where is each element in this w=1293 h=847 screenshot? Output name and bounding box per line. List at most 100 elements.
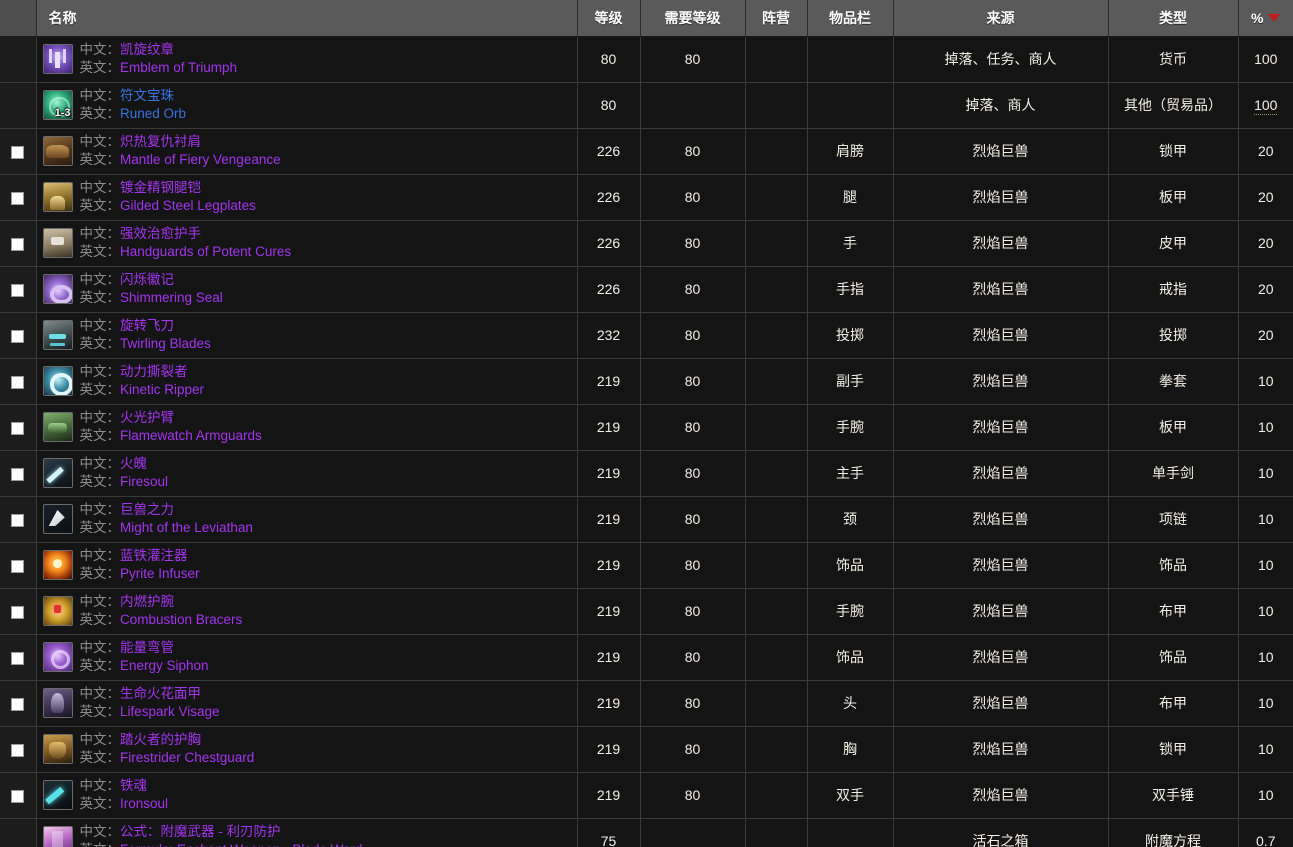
item-name-cell[interactable]: 中文：能量弯管 英文：Energy Siphon [36, 634, 578, 681]
might-of-the-leviathan-icon[interactable] [42, 504, 73, 534]
row-select-cell[interactable] [0, 266, 37, 313]
row-select-cell[interactable] [0, 36, 37, 83]
row-checkbox[interactable] [11, 467, 25, 481]
table-row[interactable]: 中文：公式：附魔武器 - 利刃防护英文：Formula: Enchant Wea… [0, 818, 1293, 847]
row-select-cell[interactable] [0, 358, 37, 405]
row-checkbox[interactable] [11, 375, 25, 389]
item-name-cn[interactable]: 能量弯管 [120, 640, 174, 655]
row-select-cell[interactable] [0, 634, 37, 681]
table-row[interactable]: 中文：旋转飞刀 英文：Twirling Blades 232 80 投掷 烈焰巨兽 投掷 20 [0, 312, 1293, 359]
row-select-cell[interactable] [0, 220, 37, 267]
header-required-level[interactable]: 需要等级 [640, 0, 746, 37]
table-row[interactable]: 中文：强效治愈护手 英文：Handguards of Potent Cures 22… [0, 220, 1293, 267]
row-checkbox[interactable] [11, 145, 25, 159]
table-row[interactable]: 中文：蓝铁灌注器 英文：Pyrite Infuser 219 80 饰品 烈焰巨兽 饰品 10 [0, 542, 1293, 589]
runed-orb-icon[interactable]: 1-3 [42, 90, 73, 120]
table-row[interactable]: 中文：铁魂 英文：Ironsoul 219 80 双手 烈焰巨兽 双手锤 10 [0, 772, 1293, 819]
table-row[interactable]: 中文：生命火花面甲 英文：Lifespark Visage 219 80 头烈焰巨兽 布甲… [0, 680, 1293, 727]
row-select-cell[interactable] [0, 174, 37, 221]
item-name-cn[interactable]: 踏火者的护胸 [120, 732, 201, 747]
row-select-cell[interactable] [0, 312, 37, 359]
item-name-en[interactable]: Shimmering Seal [120, 290, 223, 305]
row-select-cell[interactable] [0, 404, 37, 451]
formula-enchant-weapon-blade-ward-icon[interactable] [42, 826, 73, 847]
table-row[interactable]: 中文：内燃护腕 英文：Combustion Bracers 219 80 手腕 烈焰巨兽布… [0, 588, 1293, 635]
header-percent[interactable]: % [1238, 0, 1293, 37]
item-name-en[interactable]: Might of the Leviathan [120, 520, 253, 535]
item-name-cell[interactable]: 中文：强效治愈护手 英文：Handguards of Potent Cures [36, 220, 578, 267]
firesoul-icon[interactable] [42, 458, 73, 488]
item-name-en[interactable]: Handguards of Potent Cures [120, 244, 291, 259]
item-name-cn[interactable]: 火光护臂 [120, 410, 174, 425]
item-name-cell[interactable]: 中文：公式：附魔武器 - 利刃防护英文：Formula: Enchant Wea… [36, 818, 578, 847]
item-name-cell[interactable]: 中文：动力撕裂者 英文：Kinetic Ripper [36, 358, 578, 405]
item-name-cell[interactable]: 中文：闪烁徽记 英文：Shimmering Seal [36, 266, 578, 313]
row-checkbox[interactable] [11, 789, 25, 803]
item-name-en[interactable]: Flamewatch Armguards [120, 428, 262, 443]
item-name-cell[interactable]: 中文：铁魂 英文：Ironsoul [36, 772, 578, 819]
mantle-of-fiery-vengeance-icon[interactable] [42, 136, 73, 166]
item-name-cn[interactable]: 符文宝珠 [120, 88, 174, 103]
item-name-en[interactable]: Runed Orb [120, 106, 186, 121]
row-checkbox[interactable] [11, 513, 25, 527]
item-name-en[interactable]: Firestrider Chestguard [120, 750, 254, 765]
lifespark-visage-icon[interactable] [42, 688, 73, 718]
row-select-cell[interactable] [0, 726, 37, 773]
row-select-cell[interactable] [0, 496, 37, 543]
item-name-cn[interactable]: 凯旋纹章 [120, 42, 174, 57]
item-name-cell[interactable]: 中文：凯旋纹章 英文：Emblem of Triumph [36, 36, 578, 83]
table-row[interactable]: 中文：炽热复仇衬肩 英文：Mantle of Fiery Vengeance 226… [0, 128, 1293, 175]
row-checkbox[interactable] [11, 559, 25, 573]
twirling-blades-icon[interactable] [42, 320, 73, 350]
table-row[interactable]: 中文：火魄 英文：Firesoul 219 80 主手 烈焰巨兽 单手剑 10 [0, 450, 1293, 497]
item-name-cn[interactable]: 火魄 [120, 456, 147, 471]
row-checkbox[interactable] [11, 329, 25, 343]
shimmering-seal-icon[interactable] [42, 274, 73, 304]
item-name-cell[interactable]: 中文：踏火者的护胸 英文：Firestrider Chestguard [36, 726, 578, 773]
item-name-en[interactable]: Firesoul [120, 474, 168, 489]
table-row[interactable]: 中文：镀金精钢腿铠 英文：Gilded Steel Legplates 226 80 腿… [0, 174, 1293, 221]
item-name-en[interactable]: Formula: Enchant Weapon - Blade Ward [120, 842, 362, 847]
row-checkbox[interactable] [11, 697, 25, 711]
item-name-cn[interactable]: 铁魂 [120, 778, 147, 793]
item-name-cell[interactable]: 中文：火光护臂 英文：Flamewatch Armguards [36, 404, 578, 451]
row-select-cell[interactable] [0, 588, 37, 635]
item-name-cell[interactable]: 中文：蓝铁灌注器 英文：Pyrite Infuser [36, 542, 578, 589]
item-name-cell[interactable]: 中文：内燃护腕 英文：Combustion Bracers [36, 588, 578, 635]
kinetic-ripper-icon[interactable] [42, 366, 73, 396]
row-select-cell[interactable] [0, 82, 37, 129]
item-name-cell[interactable]: 中文：镀金精钢腿铠 英文：Gilded Steel Legplates [36, 174, 578, 221]
gilded-steel-legplates-icon[interactable] [42, 182, 73, 212]
firestrider-chestguard-icon[interactable] [42, 734, 73, 764]
table-row[interactable]: 中文：巨兽之力 英文：Might of the Leviathan 219 80 颈烈焰… [0, 496, 1293, 543]
ironsoul-icon[interactable] [42, 780, 73, 810]
table-row[interactable]: 中文：能量弯管 英文：Energy Siphon 219 80 饰品 烈焰巨兽 饰品 10 [0, 634, 1293, 681]
row-checkbox[interactable] [11, 605, 25, 619]
header-faction[interactable]: 阵营 [745, 0, 808, 37]
item-name-en[interactable]: Kinetic Ripper [120, 382, 204, 397]
header-type[interactable]: 类型 [1108, 0, 1239, 37]
item-name-cn[interactable]: 生命火花面甲 [120, 686, 201, 701]
row-select-cell[interactable] [0, 818, 37, 847]
item-name-en[interactable]: Energy Siphon [120, 658, 209, 673]
item-name-en[interactable]: Lifespark Visage [120, 704, 220, 719]
row-checkbox[interactable] [11, 237, 25, 251]
item-name-cn[interactable]: 动力撕裂者 [120, 364, 188, 379]
item-name-cell[interactable]: 中文：火魄 英文：Firesoul [36, 450, 578, 497]
item-name-en[interactable]: Pyrite Infuser [120, 566, 200, 581]
table-row[interactable]: 中文：闪烁徽记 英文：Shimmering Seal 226 80 手指 烈焰巨兽 戒指 20 [0, 266, 1293, 313]
header-name[interactable]: 名称 [36, 0, 578, 37]
item-name-cn[interactable]: 公式：附魔武器 - 利刃防护 [120, 824, 281, 839]
item-name-cn[interactable]: 闪烁徽记 [120, 272, 174, 287]
item-name-en[interactable]: Ironsoul [120, 796, 168, 811]
item-name-cn[interactable]: 强效治愈护手 [120, 226, 201, 241]
item-name-cell[interactable]: 中文：巨兽之力 英文：Might of the Leviathan [36, 496, 578, 543]
item-name-cn[interactable]: 蓝铁灌注器 [120, 548, 188, 563]
table-row[interactable]: 中文：凯旋纹章 英文：Emblem of Triumph 80 80 掉落、任务、商人货… [0, 36, 1293, 83]
item-name-cell[interactable]: 中文：炽热复仇衬肩 英文：Mantle of Fiery Vengeance [36, 128, 578, 175]
item-name-cn[interactable]: 炽热复仇衬肩 [120, 134, 201, 149]
row-select-cell[interactable] [0, 680, 37, 727]
row-select-cell[interactable] [0, 542, 37, 589]
row-select-cell[interactable] [0, 128, 37, 175]
row-checkbox[interactable] [11, 743, 25, 757]
